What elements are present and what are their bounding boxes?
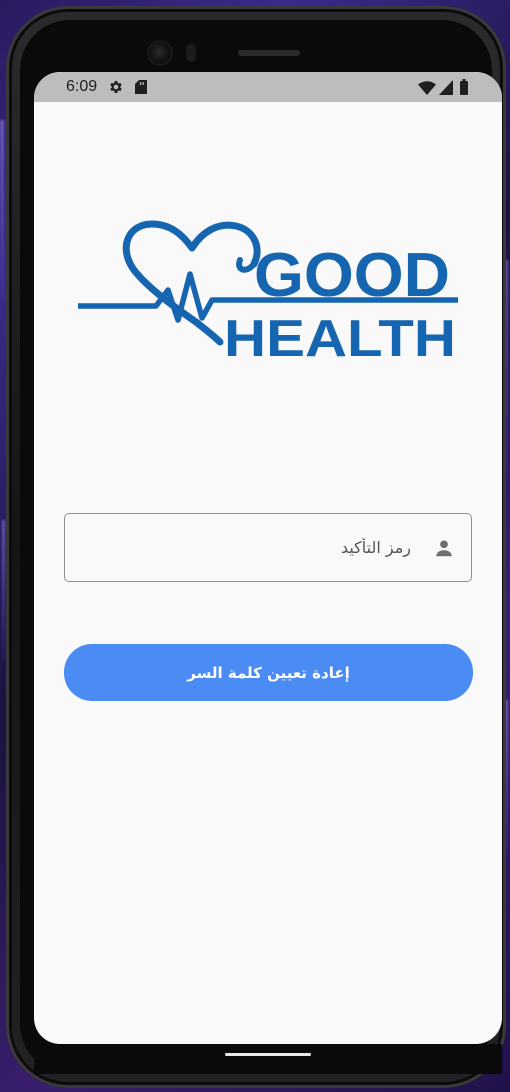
earpiece-speaker: [238, 50, 300, 56]
cellular-signal-icon: [439, 80, 453, 95]
navigation-bar: [34, 1044, 502, 1074]
logo-text-health: HEALTH: [224, 310, 456, 360]
proximity-sensor: [186, 44, 196, 62]
settings-gear-icon: [110, 81, 122, 93]
confirmation-code-field[interactable]: [64, 513, 472, 582]
confirmation-code-input[interactable]: [91, 514, 411, 581]
battery-icon: [460, 79, 468, 95]
app-screen: 6:09 GOOD HEALTH رمز التأكيد إعادة تعيين…: [34, 72, 502, 1044]
front-camera: [149, 42, 171, 64]
person-icon: [436, 540, 452, 557]
good-health-logo: GOOD HEALTH: [78, 220, 458, 360]
sd-card-icon: [135, 80, 147, 94]
home-gesture-pill[interactable]: [225, 1053, 311, 1056]
reset-password-button[interactable]: إعادة تعيين كلمة السر: [64, 644, 473, 701]
logo-text-good: GOOD: [254, 241, 450, 310]
status-time: 6:09: [66, 78, 98, 95]
status-bar: 6:09: [34, 72, 502, 102]
wifi-icon: [418, 81, 436, 95]
